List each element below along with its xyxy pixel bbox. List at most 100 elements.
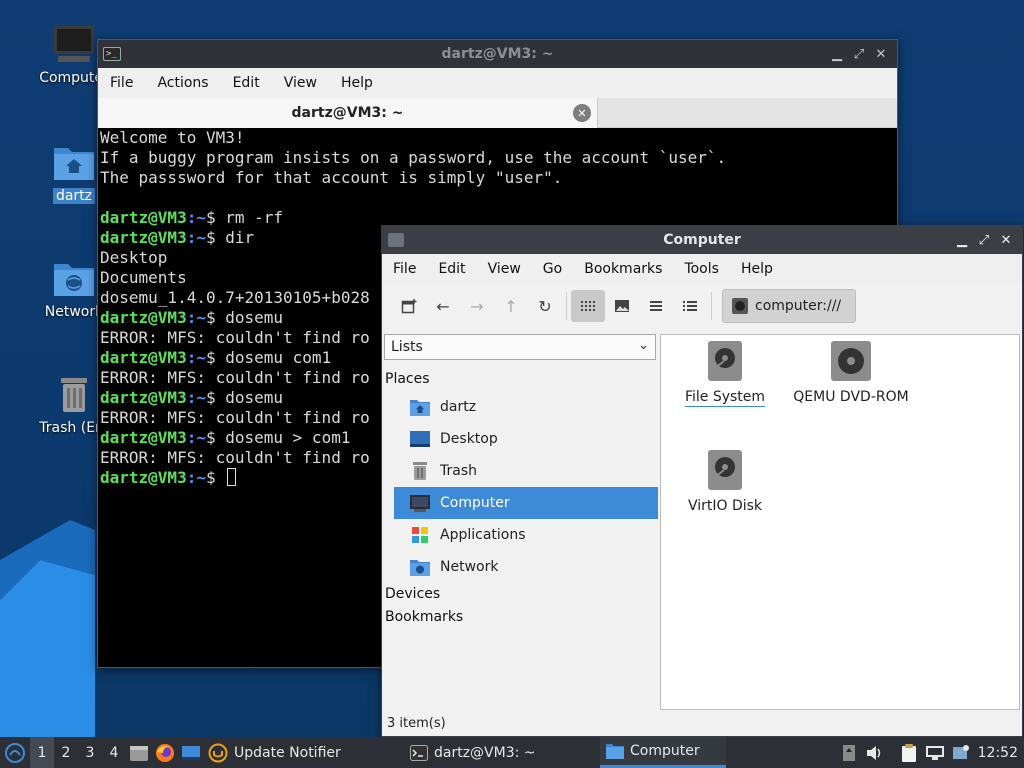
place-trash[interactable]: Trash (394, 455, 658, 487)
launcher-firefox[interactable] (152, 737, 178, 768)
menu-go[interactable]: Go (532, 261, 573, 277)
clipboard-icon (901, 743, 916, 762)
terminal-tabbar: dartz@VM3: ~ ✕ (98, 98, 897, 128)
tab-close-icon[interactable]: ✕ (573, 104, 591, 122)
network-wired-icon (925, 745, 944, 760)
side-pane: Lists ⌄ Places dartz Desktop Trash Compu… (382, 334, 658, 712)
task-computer[interactable]: Computer (600, 737, 726, 768)
reload-button[interactable]: ↻ (528, 290, 562, 322)
clock[interactable]: 12:52 (974, 745, 1024, 761)
computer-icon (410, 495, 430, 512)
new-tab-button[interactable] (392, 290, 426, 322)
terminal-cursor (227, 468, 237, 486)
icon-view-button[interactable] (571, 290, 605, 322)
image-view-icon (615, 300, 629, 312)
devices-heading[interactable]: Devices (382, 583, 658, 606)
menu-tools[interactable]: Tools (673, 261, 730, 277)
network-folder-icon (54, 264, 94, 296)
menu-file[interactable]: File (98, 75, 145, 91)
compact-view-button[interactable] (639, 290, 673, 322)
location-path: computer:/// (755, 298, 842, 314)
prompt-user: dartz@VM3 (100, 208, 187, 227)
prompt-user: dartz@VM3 (100, 468, 187, 487)
terminal-output-line: The passsword for that account is simply… (100, 168, 563, 187)
command-text: dosemu (225, 388, 284, 407)
network-folder-icon (410, 560, 430, 576)
detail-list-icon (683, 301, 697, 311)
tray-updates[interactable] (836, 737, 862, 768)
item-file-system[interactable]: File System (660, 341, 790, 407)
places-heading[interactable]: Places (382, 368, 658, 391)
compact-list-icon (650, 301, 662, 311)
file-manager-window[interactable]: Computer ▁ ⤢ ✕ File Edit View Go Bookmar… (381, 225, 1023, 737)
up-button[interactable]: ↑ (494, 290, 528, 322)
new-tab-icon (401, 299, 417, 314)
menu-edit[interactable]: Edit (427, 261, 476, 277)
launcher-show-desktop[interactable] (178, 737, 204, 768)
minimize-button[interactable]: ▁ (954, 232, 970, 248)
task-label: Update Notifier (234, 744, 341, 761)
folder-icon (606, 744, 624, 759)
side-pane-type-select[interactable]: Lists ⌄ (384, 334, 656, 360)
prompt-user: dartz@VM3 (100, 348, 187, 367)
show-desktop-icon (182, 745, 200, 760)
place-label: Computer (440, 495, 510, 511)
file-manager-titlebar[interactable]: Computer ▁ ⤢ ✕ (382, 226, 1022, 254)
tray-volume[interactable] (862, 737, 888, 768)
minimize-button[interactable]: ▁ (829, 46, 845, 62)
prompt-path: :~ (186, 468, 206, 487)
menu-edit[interactable]: Edit (221, 75, 272, 91)
close-button[interactable]: ✕ (873, 46, 889, 62)
place-computer[interactable]: Computer (394, 487, 658, 519)
location-button[interactable]: computer:/// (722, 289, 856, 323)
lubuntu-logo-icon (5, 742, 25, 763)
item-qemu-dvd-rom[interactable]: QEMU DVD-ROM (786, 341, 916, 405)
maximize-button[interactable]: ⤢ (851, 46, 867, 62)
menu-help[interactable]: Help (329, 75, 385, 91)
workspace-3[interactable]: 3 (78, 737, 102, 768)
close-button[interactable]: ✕ (998, 232, 1014, 248)
item-virtio-disk[interactable]: VirtIO Disk (660, 450, 790, 514)
forward-button[interactable]: → (460, 290, 494, 322)
menu-view[interactable]: View (272, 75, 329, 91)
volume-icon (866, 745, 880, 760)
place-label: Trash (440, 463, 477, 479)
desktop-icon (410, 431, 430, 447)
prompt-path: :~ (186, 388, 206, 407)
workspace-1[interactable]: 1 (30, 737, 54, 768)
bookmarks-heading[interactable]: Bookmarks (382, 606, 658, 629)
folder-icon (388, 233, 404, 247)
prompt-sign: $ (205, 308, 226, 327)
back-button[interactable]: ← (426, 290, 460, 322)
app-menu-button[interactable] (0, 737, 30, 768)
menu-actions[interactable]: Actions (145, 75, 220, 91)
terminal-menubar: File Actions Edit View Help (98, 68, 897, 98)
applications-icon (412, 527, 428, 543)
maximize-button[interactable]: ⤢ (976, 232, 992, 248)
tray-network[interactable] (922, 737, 948, 768)
thumbnail-view-button[interactable] (605, 290, 639, 322)
command-text: dosemu com1 (225, 348, 332, 367)
menu-bookmarks[interactable]: Bookmarks (573, 261, 673, 277)
workspace-2[interactable]: 2 (54, 737, 78, 768)
terminal-titlebar[interactable]: >_ dartz@VM3: ~ ▁ ⤢ ✕ (98, 40, 897, 68)
menu-view[interactable]: View (477, 261, 532, 277)
menu-file[interactable]: File (382, 261, 427, 277)
task-terminal[interactable]: dartz@VM3: ~ (404, 737, 600, 768)
place-network[interactable]: Network (394, 551, 658, 583)
terminal-tab[interactable]: dartz@VM3: ~ ✕ (98, 98, 598, 128)
task-update-notifier[interactable]: Update Notifier (204, 737, 404, 768)
place-applications[interactable]: Applications (394, 519, 658, 551)
workspace-4[interactable]: 4 (102, 737, 126, 768)
tray-clipboard[interactable] (896, 737, 922, 768)
computer-icon (54, 26, 94, 62)
menu-help[interactable]: Help (730, 261, 784, 277)
tray-notifications[interactable] (948, 737, 974, 768)
prompt-path: :~ (186, 208, 206, 227)
launcher-file-manager[interactable] (126, 737, 152, 768)
home-folder-icon (410, 400, 430, 416)
file-view[interactable]: File System QEMU DVD-ROM VirtIO Disk (660, 334, 1020, 710)
place-desktop[interactable]: Desktop (394, 423, 658, 455)
detail-view-button[interactable] (673, 290, 707, 322)
place-dartz[interactable]: dartz (394, 391, 658, 423)
